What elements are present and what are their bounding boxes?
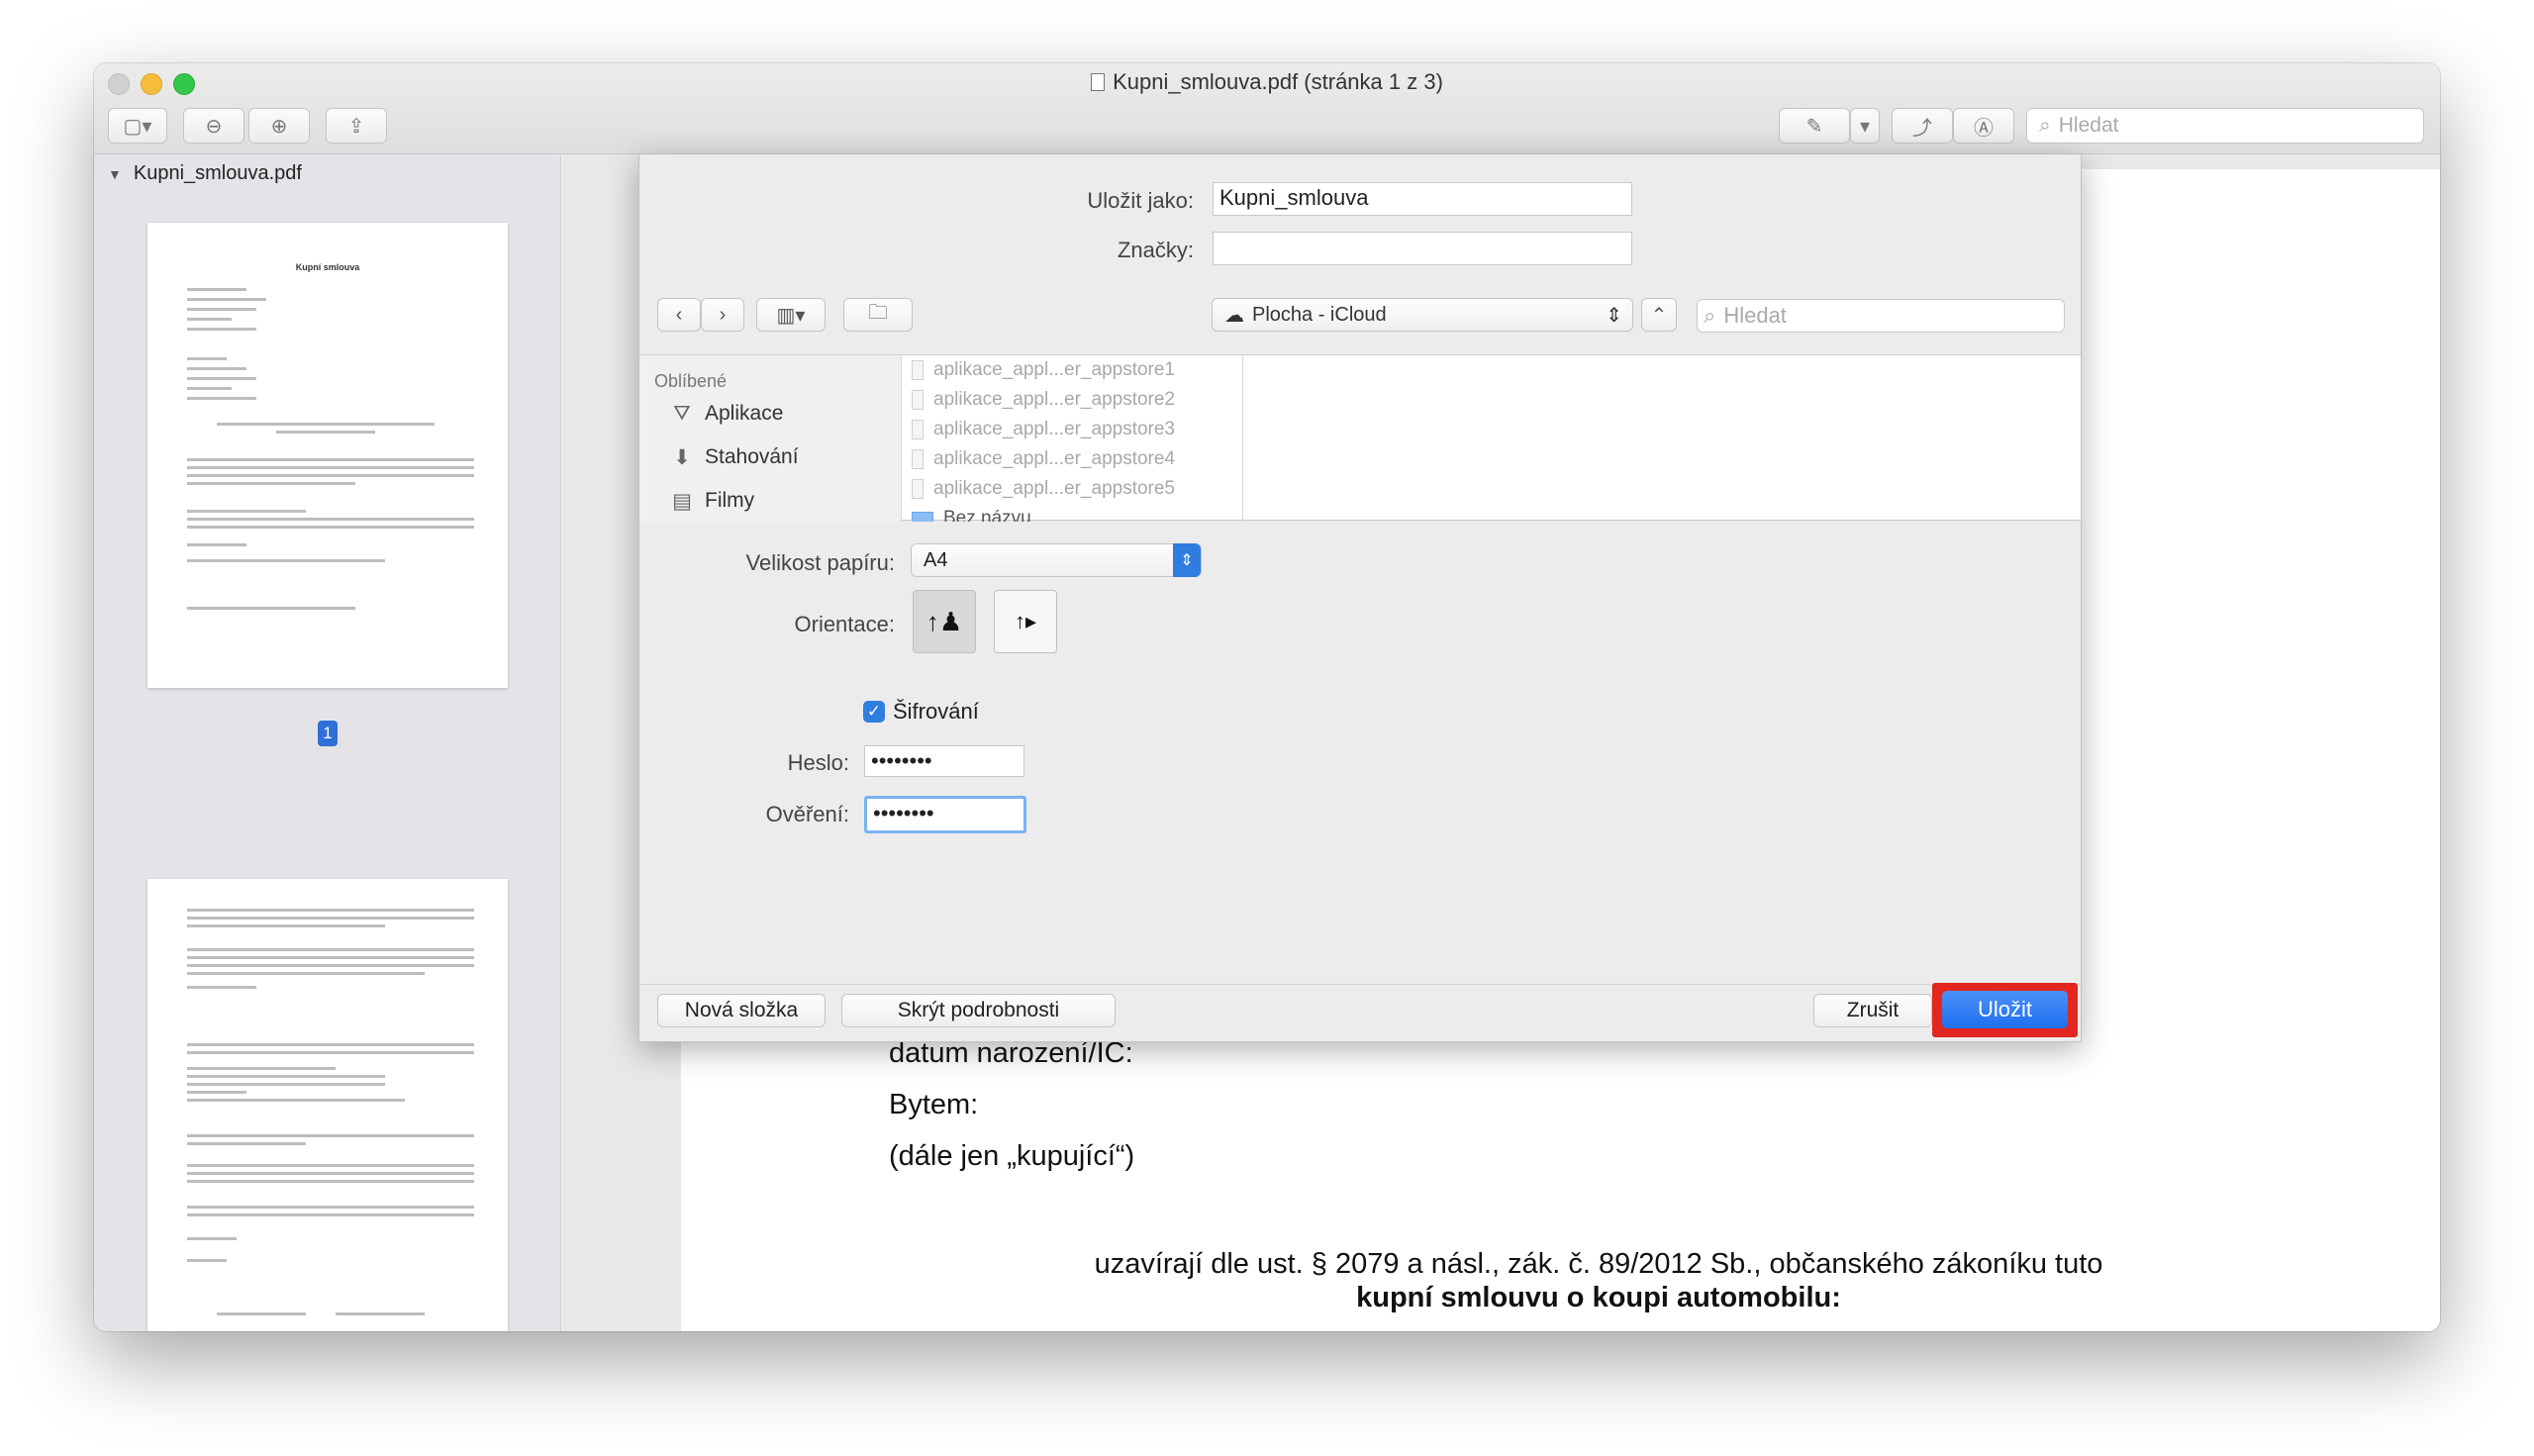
folder-icon xyxy=(912,512,933,522)
file-item[interactable]: aplikace_appl...er_appstore1 xyxy=(912,359,1175,381)
chevron-right-icon: › xyxy=(719,303,727,326)
cancel-button[interactable]: Zrušit xyxy=(1813,994,1932,1027)
applications-icon: ⛛ xyxy=(673,402,691,425)
pdf-document-icon xyxy=(1091,73,1106,91)
rotate-icon: ⤴ xyxy=(1912,117,1932,140)
file-icon xyxy=(912,420,924,439)
updown-arrows-icon: ⇕ xyxy=(1173,543,1201,577)
file-list: aplikace_appl...er_appstore1 aplikace_ap… xyxy=(902,355,1243,522)
preview-window: Kupni_smlouva.pdf (stránka 1 z 3) ▢▾ ⊖ ⊕… xyxy=(94,63,2440,1331)
file-item[interactable]: aplikace_appl...er_appstore4 xyxy=(912,448,1175,470)
orientation-landscape-button[interactable]: ↑▸ xyxy=(994,590,1057,653)
search-icon: ⌕ xyxy=(1704,303,1716,328)
file-icon xyxy=(912,390,924,410)
page-thumbnail-1[interactable]: Kupní smlouva xyxy=(147,223,508,688)
view-mode-button[interactable]: ▥▾ xyxy=(756,298,826,332)
downloads-icon: ⬇ xyxy=(673,445,691,469)
zoom-out-button[interactable]: ⊖ xyxy=(183,108,244,144)
zoom-out-icon: ⊖ xyxy=(205,115,223,138)
disclosure-triangle-icon[interactable]: ▼ xyxy=(108,166,122,182)
forward-button[interactable]: › xyxy=(701,298,744,332)
file-browser: Oblíbené ⛛ Aplikace ⬇ Stahování ▤ Filmy … xyxy=(639,354,2081,522)
rotate-button[interactable]: ⤴ xyxy=(1892,108,1953,144)
doc-line-buyer: (dále jen „kupující“) xyxy=(889,1140,1135,1172)
file-icon xyxy=(912,360,924,380)
file-icon xyxy=(912,449,924,469)
cloud-icon: ☁ xyxy=(1224,304,1244,327)
tags-label: Značky: xyxy=(1117,238,1194,262)
checkmark-icon: ✓ xyxy=(866,702,882,721)
favorites-title: Oblíbené xyxy=(654,371,728,391)
share-icon: ⇪ xyxy=(347,115,365,138)
pen-icon: ✎ xyxy=(1805,115,1823,138)
favorite-downloads[interactable]: ⬇ Stahování xyxy=(669,444,798,470)
updown-arrows-icon: ⇕ xyxy=(1606,304,1622,327)
save-dialog: Uložit jako: Kupni_smlouva Značky: ‹ › ▥… xyxy=(638,154,2082,1042)
verify-label: Ověření: xyxy=(765,802,849,826)
save-as-field[interactable]: Kupni_smlouva xyxy=(1213,182,1632,216)
landscape-orientation-icon: ↑▸ xyxy=(1014,609,1037,633)
annotate-icon: Ⓐ xyxy=(1974,117,1994,140)
orientation-label: Orientace: xyxy=(794,612,896,636)
thumbnail-sidebar: ▼ Kupni_smlouva.pdf Kupní smlouva 1 xyxy=(94,154,561,1331)
doc-line-address: Bytem: xyxy=(889,1089,979,1120)
sidebar-icon: ▢▾ xyxy=(123,115,152,138)
tags-field[interactable] xyxy=(1213,232,1632,265)
paper-size-label: Velikost papíru: xyxy=(745,550,895,575)
hide-details-button[interactable]: Skrýt podrobnosti xyxy=(841,994,1116,1027)
new-folder-button[interactable]: Nová složka xyxy=(657,994,826,1027)
encryption-label: Šifrování xyxy=(893,699,979,724)
toolbar-search-field[interactable]: ⌕ Hledat xyxy=(2026,108,2424,144)
search-icon: ⌕ xyxy=(2039,114,2051,137)
footer-divider xyxy=(639,984,2081,985)
markup-menu-button[interactable]: ▾ xyxy=(1850,108,1880,144)
file-item[interactable]: aplikace_appl...er_appstore2 xyxy=(912,389,1175,411)
doc-heading: kupní smlouvu o koupi automobilu: xyxy=(1356,1282,1841,1313)
folder-plus-icon: 🗀 xyxy=(868,302,888,324)
titlebar: Kupni_smlouva.pdf (stránka 1 z 3) ▢▾ ⊖ ⊕… xyxy=(94,63,2440,154)
markup-button[interactable]: ✎ xyxy=(1779,108,1850,144)
password-label: Heslo: xyxy=(787,750,849,775)
new-folder-icon-button[interactable]: 🗀 xyxy=(843,298,913,332)
chevron-down-icon: ▾ xyxy=(1859,115,1871,138)
save-button[interactable]: Uložit xyxy=(1942,991,2068,1028)
dialog-search-field[interactable]: ⌕ Hledat xyxy=(1697,299,2065,333)
location-popup[interactable]: ☁ Plocha - iCloud ⇕ xyxy=(1212,298,1633,332)
chevron-up-icon: ⌃ xyxy=(1650,304,1668,327)
folder-item[interactable]: Bez názvu xyxy=(912,508,1031,522)
page-number-badge: 1 xyxy=(318,721,338,746)
annotate-button[interactable]: Ⓐ xyxy=(1953,108,2014,144)
window-title: Kupni_smlouva.pdf (stránka 1 z 3) xyxy=(94,69,2440,95)
verify-field[interactable]: •••••••• xyxy=(864,796,1026,833)
file-item[interactable]: aplikace_appl...er_appstore5 xyxy=(912,478,1175,500)
portrait-orientation-icon: ↑♟ xyxy=(926,606,963,636)
share-button[interactable]: ⇪ xyxy=(326,108,387,144)
favorite-movies[interactable]: ▤ Filmy xyxy=(669,488,754,514)
doc-paragraph: uzavírají dle ust. § 2079 a násl., zák. … xyxy=(1094,1248,2103,1280)
favorites-sidebar: Oblíbené ⛛ Aplikace ⬇ Stahování ▤ Filmy xyxy=(639,355,902,522)
sidebar-file-header[interactable]: ▼ Kupni_smlouva.pdf xyxy=(108,162,302,185)
favorite-applications[interactable]: ⛛ Aplikace xyxy=(669,401,783,427)
columns-icon: ▥▾ xyxy=(776,304,806,327)
encryption-checkbox[interactable]: ✓ xyxy=(863,701,885,723)
orientation-portrait-button[interactable]: ↑♟ xyxy=(913,590,976,653)
sidebar-toggle-button[interactable]: ▢▾ xyxy=(108,108,167,144)
paper-size-select[interactable]: A4 ⇕ xyxy=(911,543,1202,577)
file-item[interactable]: aplikace_appl...er_appstore3 xyxy=(912,419,1175,440)
movies-icon: ▤ xyxy=(672,489,692,513)
chevron-left-icon: ‹ xyxy=(675,303,683,326)
page-thumbnail-2[interactable] xyxy=(147,879,508,1331)
password-field[interactable]: •••••••• xyxy=(864,745,1024,777)
back-button[interactable]: ‹ xyxy=(657,298,701,332)
save-as-label: Uložit jako: xyxy=(1087,188,1194,213)
collapse-button[interactable]: ⌃ xyxy=(1641,298,1677,332)
zoom-in-button[interactable]: ⊕ xyxy=(248,108,310,144)
file-icon xyxy=(912,479,924,499)
zoom-in-icon: ⊕ xyxy=(270,115,288,138)
